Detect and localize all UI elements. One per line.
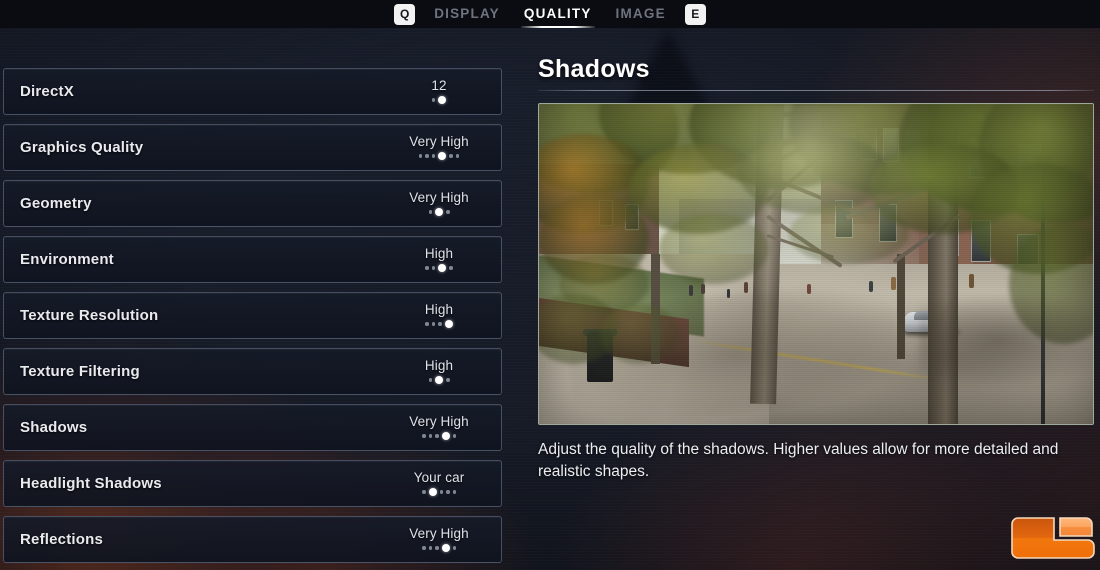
- prev-tab-key-badge[interactable]: Q: [394, 3, 416, 25]
- setting-value: Very High: [409, 525, 469, 541]
- setting-step-dots[interactable]: [428, 375, 450, 386]
- setting-label: Texture Filtering: [20, 363, 140, 380]
- setting-value: Very High: [409, 189, 469, 205]
- step-dot: [431, 322, 436, 326]
- setting-row[interactable]: Headlight Shadows Your car: [3, 460, 502, 507]
- setting-step-dots[interactable]: [431, 95, 447, 106]
- setting-step-dots[interactable]: [425, 263, 453, 274]
- step-dot-active: [435, 208, 443, 216]
- step-dot: [425, 322, 429, 326]
- setting-label: Texture Resolution: [20, 307, 159, 324]
- setting-label: Shadows: [20, 419, 88, 436]
- setting-value-group[interactable]: Very High: [391, 526, 487, 554]
- setting-value-group[interactable]: High: [391, 246, 487, 274]
- step-dot: [438, 322, 442, 326]
- setting-value-group[interactable]: High: [391, 358, 487, 386]
- step-dot: [418, 154, 423, 158]
- next-tab-key-badge[interactable]: E: [684, 3, 706, 25]
- setting-value: Your car: [413, 469, 465, 485]
- setting-step-dots[interactable]: [422, 487, 456, 498]
- setting-row[interactable]: Texture Resolution High: [3, 292, 502, 339]
- setting-value: 12: [431, 77, 447, 93]
- detail-description: Adjust the quality of the shadows. Highe…: [538, 441, 1059, 480]
- step-dot: [428, 434, 432, 438]
- step-dot: [422, 490, 426, 494]
- preview-vignette: [539, 104, 1093, 424]
- setting-label: DirectX: [20, 83, 74, 100]
- top-tab-bar: Q DISPLAY QUALITY IMAGE E: [0, 0, 1100, 28]
- setting-row[interactable]: Reflections Very High: [3, 516, 502, 563]
- step-dot-active: [438, 152, 447, 160]
- step-dot: [435, 546, 439, 550]
- step-dot: [446, 210, 450, 214]
- setting-label: Geometry: [20, 195, 92, 212]
- step-dot: [431, 266, 436, 270]
- tab-image[interactable]: IMAGE: [611, 4, 671, 24]
- step-dot-active: [441, 432, 450, 440]
- setting-row[interactable]: DirectX 12: [3, 68, 502, 115]
- setting-step-dots[interactable]: [428, 207, 450, 218]
- step-dot: [431, 154, 436, 158]
- setting-label: Graphics Quality: [20, 139, 144, 156]
- setting-step-dots[interactable]: [425, 319, 453, 330]
- step-dot: [428, 378, 432, 382]
- setting-label: Headlight Shadows: [20, 475, 162, 492]
- setting-row[interactable]: Texture Filtering High: [3, 348, 502, 395]
- setting-value: High: [424, 245, 454, 261]
- step-dot: [449, 266, 453, 270]
- step-dot-active: [435, 376, 443, 384]
- setting-value-group[interactable]: Very High: [391, 190, 487, 218]
- detail-divider: [538, 90, 1094, 91]
- legit-reviews-logo-icon: [1011, 517, 1095, 559]
- setting-label: Environment: [20, 251, 114, 268]
- step-dot: [425, 154, 429, 158]
- setting-value: Very High: [409, 413, 469, 429]
- step-dot: [446, 490, 450, 494]
- setting-value-group[interactable]: High: [391, 302, 487, 330]
- step-dot: [422, 434, 426, 438]
- step-dot: [446, 378, 450, 382]
- step-dot-active: [444, 320, 453, 328]
- step-dot: [425, 266, 429, 270]
- step-dot-active: [441, 544, 450, 552]
- step-dot: [452, 490, 456, 494]
- legit-reviews-logo: [1008, 514, 1096, 562]
- setting-label: Reflections: [20, 531, 104, 548]
- step-dot: [439, 490, 443, 494]
- setting-preview-image: [538, 103, 1094, 425]
- setting-value-group[interactable]: Your car: [391, 470, 487, 498]
- setting-value: Very High: [409, 133, 469, 149]
- detail-panel: Shadows Adjust the quality of the shadow…: [538, 55, 1094, 483]
- tab-display[interactable]: DISPLAY: [429, 4, 505, 24]
- setting-row[interactable]: Environment High: [3, 236, 502, 283]
- setting-row[interactable]: Geometry Very High: [3, 180, 502, 227]
- step-dot: [452, 434, 456, 438]
- step-dot: [455, 154, 460, 158]
- setting-step-dots[interactable]: [422, 431, 456, 442]
- setting-value-group[interactable]: Very High: [391, 414, 487, 442]
- tab-quality[interactable]: QUALITY: [519, 4, 597, 28]
- step-dot: [422, 546, 426, 550]
- setting-step-dots[interactable]: [422, 543, 456, 554]
- detail-title: Shadows: [538, 55, 650, 83]
- setting-step-dots[interactable]: [418, 151, 460, 162]
- setting-row[interactable]: Shadows Very High: [3, 404, 502, 451]
- step-dot: [449, 154, 453, 158]
- setting-value: High: [424, 301, 454, 317]
- settings-list: DirectX 12 Graphics Quality Very High Geomet…: [3, 68, 502, 570]
- step-dot: [452, 546, 456, 550]
- setting-value-group[interactable]: Very High: [391, 134, 487, 162]
- step-dot: [435, 434, 439, 438]
- setting-value: High: [424, 357, 454, 373]
- setting-row[interactable]: Graphics Quality Very High: [3, 124, 502, 171]
- setting-value-group[interactable]: 12: [391, 78, 487, 106]
- step-dot: [431, 98, 436, 102]
- step-dot-active: [428, 488, 437, 496]
- step-dot: [428, 546, 432, 550]
- step-dot-active: [438, 264, 447, 272]
- step-dot: [428, 210, 432, 214]
- step-dot-active: [438, 96, 447, 104]
